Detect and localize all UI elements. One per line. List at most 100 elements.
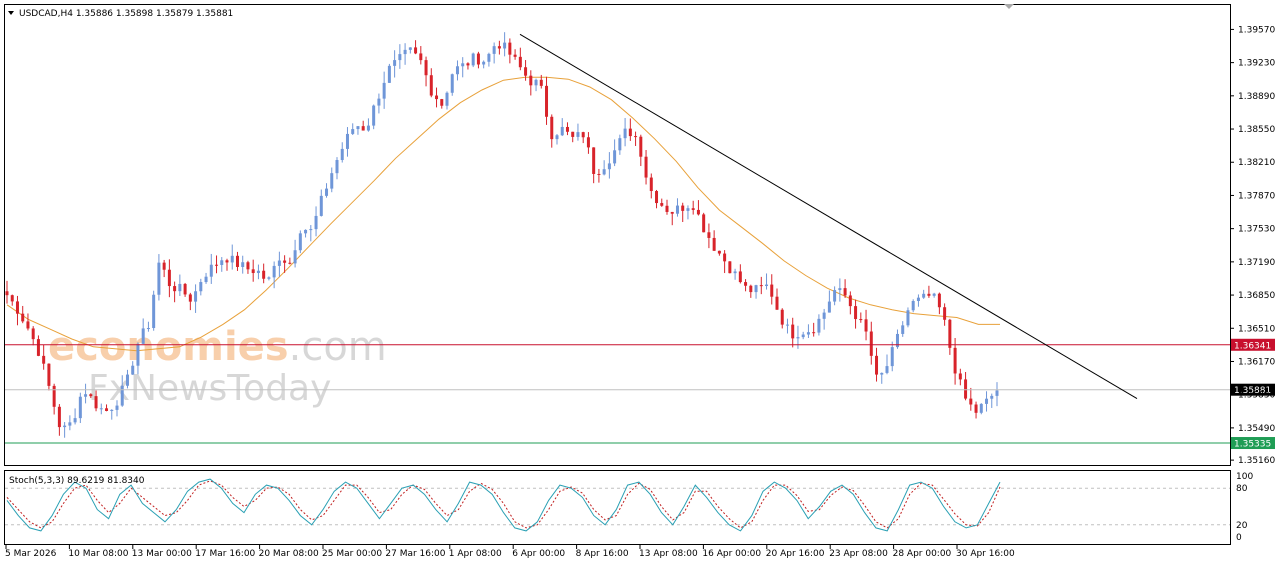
candle-bull [450,74,454,93]
candle-bear [707,232,711,238]
candle-bull [351,129,355,134]
candle-bull [220,260,224,265]
candle-bear [215,264,219,266]
candle-bull [985,398,989,404]
candle-bear [565,126,569,132]
candle-bull [293,250,297,264]
resistance-price-tag: 1.36341 [1234,341,1271,351]
candle-bull [445,92,449,106]
candle-bull [141,328,145,344]
x-tick-label: 20 Apr 16:00 [766,549,825,559]
candle-bull [78,396,82,419]
candle-bull [209,264,213,277]
candle-bear [89,394,93,397]
candle-bull [309,229,313,231]
candle-bull [63,425,67,428]
candle-bull [806,332,810,335]
candle-bear [476,53,480,65]
candle-bull [602,169,606,175]
symbol-header: USDCAD,H4 1.35886 1.35898 1.35879 1.3588… [19,9,233,19]
candle-bear [508,42,512,55]
candle-bear [419,53,423,61]
candle-bull [298,233,302,251]
candle-bull [922,293,926,298]
candle-bear [424,60,428,76]
candle-bull [319,195,323,216]
candle-bull [345,133,349,149]
candle-bear [655,191,659,204]
candle-bear [634,136,638,138]
candle-bear [738,271,742,283]
candle-bull [906,310,910,326]
candle-bull [916,297,920,302]
candle-bull [120,385,124,406]
support-price-tag: 1.35335 [1234,440,1271,450]
candle-bull [833,290,837,302]
candle-bear [188,294,192,302]
candle-bear [628,128,632,137]
candle-bear [943,307,947,320]
candle-bear [31,328,35,340]
candle-bear [52,385,56,407]
stoch-tick-label: 100 [1236,472,1253,482]
candle-bear [875,355,879,375]
candle-bull [979,403,983,413]
candle-bear [759,285,763,287]
x-tick-label: 1 Apr 08:00 [449,549,502,559]
x-tick-label: 5 Mar 2026 [5,549,57,559]
candle-bear [712,237,716,251]
candle-bull [84,394,88,397]
candle-bull [765,284,769,287]
candle-bull [73,418,77,423]
candle-bull [272,265,276,278]
x-tick-label: 6 Apr 00:00 [512,549,565,559]
candle-bear [497,46,501,49]
candle-bear [843,288,847,296]
candle-bull [492,46,496,54]
stoch-tick-label: 20 [1236,521,1248,531]
candle-bull [801,334,805,338]
candle-bull [796,337,800,339]
candle-bull [382,82,386,99]
candle-bear [288,262,292,264]
candle-bull [487,53,491,62]
candle-bull [754,285,758,293]
candle-bear [702,214,706,233]
candle-bear [974,404,978,413]
candle-bear [225,260,229,263]
candle-bear [639,136,643,157]
candle-bull [314,215,318,230]
candle-bear [864,319,868,332]
candle-bear [10,295,14,302]
candle-bear [791,324,795,339]
y-tick-label: 1.35160 [1238,456,1275,466]
y-tick-label: 1.39570 [1238,25,1275,35]
candle-bull [403,49,407,55]
x-tick-label: 23 Apr 08:00 [829,549,888,559]
candle-bull [911,301,915,311]
candle-bear [597,173,601,175]
candle-bull [995,390,999,396]
candle-bull [618,138,622,151]
candle-bull [178,283,182,292]
y-tick-label: 1.37190 [1238,258,1275,268]
stoch-label: Stoch(5,3,3) 89.6219 81.8340 [9,476,145,486]
candle-bull [932,293,936,296]
candle-bull [277,260,281,266]
candle-bear [869,331,873,356]
candle-bear [283,260,287,263]
stoch-tick-label: 80 [1236,484,1248,494]
y-tick-label: 1.35830 [1238,391,1275,401]
candle-bear [937,293,941,308]
candle-bear [859,319,863,321]
candle-bull [136,343,140,366]
y-tick-label: 1.37870 [1238,191,1275,201]
candle-bear [953,347,957,374]
candle-bear [550,116,554,140]
candle-bull [880,372,884,375]
candle-bear [681,205,685,211]
candle-bear [770,284,774,297]
candle-bear [235,255,239,267]
candle-bear [26,321,30,329]
x-tick-label: 28 Apr 00:00 [893,549,952,559]
